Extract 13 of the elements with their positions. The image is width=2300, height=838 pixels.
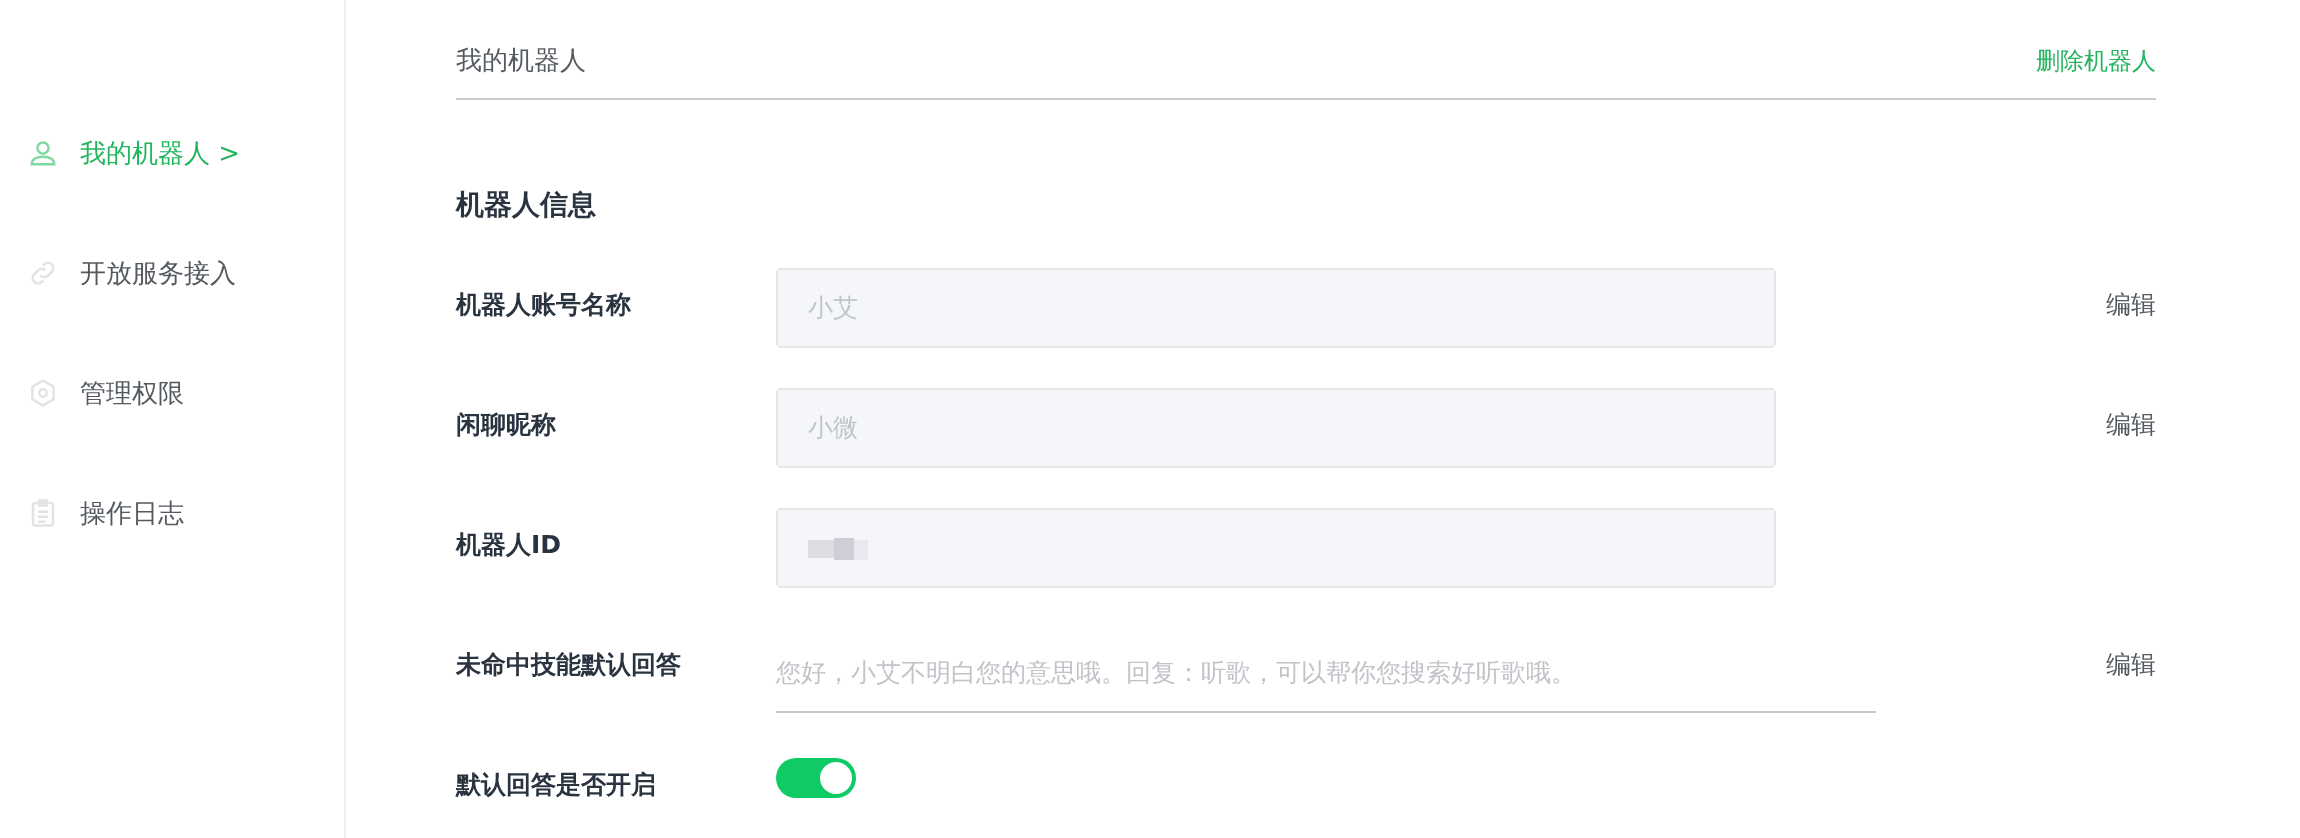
field-label: 闲聊昵称: [456, 408, 557, 441]
page-title: 我的机器人: [456, 44, 586, 78]
toggle-switch[interactable]: [776, 757, 856, 798]
gear-icon: [28, 378, 58, 408]
sidebar-item[interactable]: 操作日志: [0, 496, 344, 530]
sidebar-item[interactable]: 管理权限: [0, 376, 344, 410]
field-label: 未命中技能默认回答: [456, 648, 682, 681]
field-label: 默认回答是否开启: [456, 768, 657, 801]
section-title: 机器人信息: [456, 186, 597, 223]
field-label: 机器人ID: [456, 528, 563, 561]
field-label: 机器人账号名称: [456, 288, 632, 321]
person-icon: [28, 138, 58, 168]
sidebar-item[interactable]: 开放服务接入: [0, 256, 344, 290]
